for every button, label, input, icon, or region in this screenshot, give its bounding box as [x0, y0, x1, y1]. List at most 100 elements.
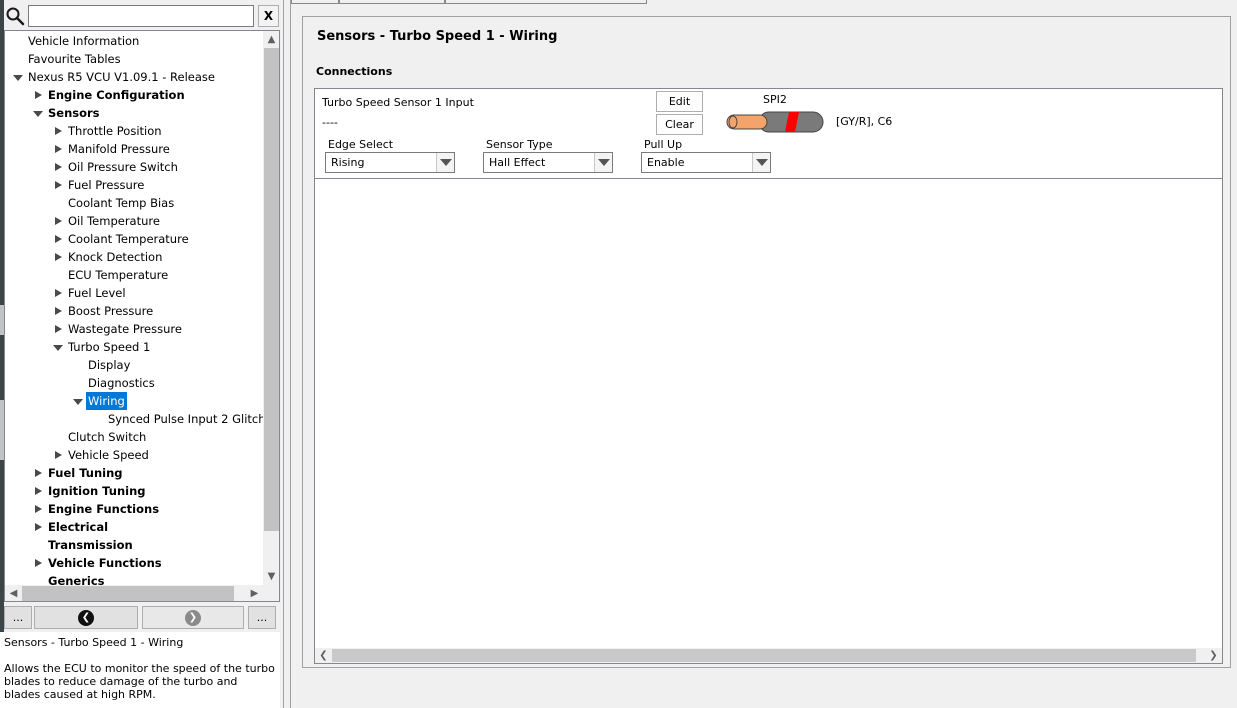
clear-button[interactable]: Clear — [656, 114, 703, 135]
tree-item[interactable]: Transmission — [5, 536, 263, 554]
tree-item-label: Coolant Temp Bias — [68, 196, 175, 210]
tree-item[interactable]: Ignition Tuning — [5, 482, 263, 500]
tree-item[interactable]: ECU Temperature — [5, 266, 263, 284]
tree-item[interactable]: Diagnostics — [5, 374, 263, 392]
arrow-left-circle-icon: ❮ — [78, 609, 94, 626]
search-icon[interactable] — [5, 6, 25, 26]
tree-item[interactable]: Favourite Tables — [5, 50, 263, 68]
tree-horizontal-scrollbar[interactable]: ◀ ▶ — [5, 585, 263, 601]
scroll-thumb[interactable] — [332, 649, 1196, 662]
scroll-up-icon[interactable]: ▲ — [263, 31, 279, 48]
help-title: Sensors - Turbo Speed 1 - Wiring — [4, 636, 184, 649]
tree-item[interactable]: Oil Pressure Switch — [5, 158, 263, 176]
edit-button[interactable]: Edit — [656, 91, 703, 112]
collapsed-arrow-icon[interactable] — [55, 217, 62, 225]
history-navigation: ... ❮ ❯ ... — [4, 606, 280, 630]
collapsed-arrow-icon[interactable] — [55, 127, 62, 135]
tree-vertical-scrollbar[interactable]: ▲ ▼ — [263, 31, 279, 585]
more-right-button[interactable]: ... — [248, 606, 276, 629]
tree-item[interactable]: Oil Temperature — [5, 212, 263, 230]
scroll-thumb[interactable] — [264, 48, 279, 531]
tree-item[interactable]: Knock Detection — [5, 248, 263, 266]
tree-item[interactable]: Engine Functions — [5, 500, 263, 518]
scroll-right-icon[interactable]: ❯ — [1205, 648, 1222, 663]
tree-item[interactable]: Wiring — [5, 392, 263, 410]
search-input[interactable] — [28, 5, 254, 27]
tab-stub[interactable] — [339, 0, 445, 4]
tree-item[interactable]: Fuel Pressure — [5, 176, 263, 194]
expanded-arrow-icon[interactable] — [73, 399, 83, 405]
collapsed-arrow-icon[interactable] — [55, 163, 62, 171]
tree-item[interactable]: Electrical — [5, 518, 263, 536]
edge-select-dropdown[interactable]: Rising — [325, 152, 455, 173]
search-clear-button[interactable]: X — [258, 5, 279, 27]
sensor-type-dropdown[interactable]: Hall Effect — [483, 152, 613, 173]
tree-item[interactable]: Coolant Temperature — [5, 230, 263, 248]
chevron-down-icon[interactable] — [752, 153, 770, 172]
tree-item[interactable]: Manifold Pressure — [5, 140, 263, 158]
collapsed-arrow-icon[interactable] — [55, 325, 62, 333]
divider — [315, 178, 1222, 179]
tree-item-label: Oil Pressure Switch — [68, 160, 178, 174]
edge-select-label: Edge Select — [328, 138, 394, 151]
tree-item[interactable]: Turbo Speed 1 — [5, 338, 263, 356]
panel-splitter[interactable] — [283, 0, 291, 708]
scroll-left-icon[interactable]: ◀ — [5, 585, 22, 601]
forward-button[interactable]: ❯ — [142, 606, 244, 629]
chevron-down-icon[interactable] — [436, 153, 454, 172]
tree-item[interactable]: Boost Pressure — [5, 302, 263, 320]
tree-item[interactable]: Throttle Position — [5, 122, 263, 140]
more-left-button[interactable]: ... — [4, 606, 32, 629]
tree-item-label: Wastegate Pressure — [68, 322, 182, 336]
scroll-down-icon[interactable]: ▼ — [263, 568, 279, 585]
tree-item[interactable]: Nexus R5 VCU V1.09.1 - Release — [5, 68, 263, 86]
tab-stub[interactable] — [445, 0, 647, 4]
tree-item[interactable]: Sensors — [5, 104, 263, 122]
collapsed-arrow-icon[interactable] — [55, 235, 62, 243]
tree-item[interactable]: Display — [5, 356, 263, 374]
tree-item[interactable]: Synced Pulse Input 2 Glitch Fi — [5, 410, 263, 428]
collapsed-arrow-icon[interactable] — [35, 505, 42, 513]
expanded-arrow-icon[interactable] — [13, 75, 23, 81]
tree-item[interactable]: Vehicle Functions — [5, 554, 263, 572]
tree-item[interactable]: Clutch Switch — [5, 428, 263, 446]
collapsed-arrow-icon[interactable] — [55, 307, 62, 315]
pin-label: [GY/R], C6 — [836, 115, 893, 128]
navigation-tree: Vehicle Information Favourite Tables Nexus… — [4, 30, 280, 602]
collapsed-arrow-icon[interactable] — [55, 181, 62, 189]
collapsed-arrow-icon[interactable] — [35, 91, 42, 99]
tree-item[interactable]: Coolant Temp Bias — [5, 194, 263, 212]
tree-item-label: Generics — [48, 574, 105, 585]
tree-item-label: Vehicle Information — [28, 34, 140, 48]
scroll-right-icon[interactable]: ▶ — [246, 585, 263, 601]
tree-item[interactable]: Generics — [5, 572, 263, 585]
expanded-arrow-icon[interactable] — [33, 111, 43, 117]
tree-item[interactable]: Vehicle Information — [5, 32, 263, 50]
tree-item[interactable]: Fuel Tuning — [5, 464, 263, 482]
tab-stub[interactable] — [291, 0, 339, 4]
tree-item-label: Wiring — [86, 392, 127, 410]
collapsed-arrow-icon[interactable] — [35, 559, 42, 567]
scroll-left-icon[interactable]: ❮ — [315, 648, 332, 663]
tree-item-label: ECU Temperature — [68, 268, 169, 282]
collapsed-arrow-icon[interactable] — [35, 523, 42, 531]
expanded-arrow-icon[interactable] — [53, 345, 63, 351]
collapsed-arrow-icon[interactable] — [35, 469, 42, 477]
collapsed-arrow-icon[interactable] — [55, 289, 62, 297]
chevron-down-icon[interactable] — [594, 153, 612, 172]
tree-item[interactable]: Vehicle Speed — [5, 446, 263, 464]
tree-item[interactable]: Wastegate Pressure — [5, 320, 263, 338]
content-horizontal-scrollbar[interactable]: ❮ ❯ — [315, 648, 1222, 663]
back-button[interactable]: ❮ — [34, 606, 138, 629]
collapsed-arrow-icon[interactable] — [35, 487, 42, 495]
pull-up-dropdown[interactable]: Enable — [641, 152, 771, 173]
collapsed-arrow-icon[interactable] — [55, 253, 62, 261]
tree-item[interactable]: Fuel Level — [5, 284, 263, 302]
collapsed-arrow-icon[interactable] — [55, 145, 62, 153]
collapsed-arrow-icon[interactable] — [55, 451, 62, 459]
tree-item-label: Manifold Pressure — [68, 142, 170, 156]
tree-item-label: Transmission — [48, 538, 133, 552]
tree-item[interactable]: Engine Configuration — [5, 86, 263, 104]
scroll-thumb[interactable] — [22, 586, 234, 601]
connections-panel: Turbo Speed Sensor 1 Input ---- Edit Cle… — [314, 88, 1223, 664]
